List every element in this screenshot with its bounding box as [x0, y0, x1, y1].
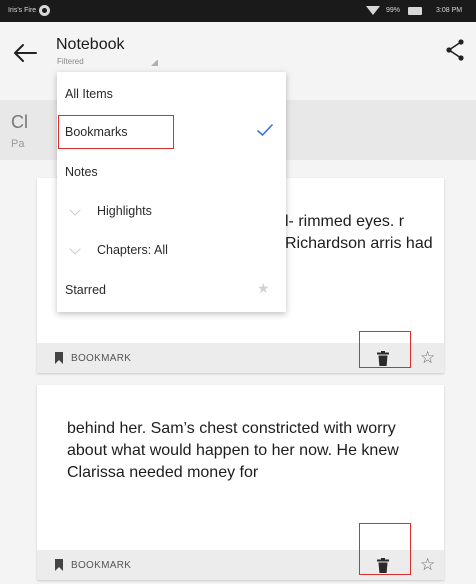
menu-item-label: Starred	[65, 283, 106, 297]
battery-icon	[408, 7, 422, 15]
card-excerpt: behind her. Sam’s chest constricted with…	[67, 420, 399, 481]
card-footer: BOOKMARK ☆	[37, 331, 444, 373]
card-excerpt: l- rimmed eyes. r Richardson arris had	[285, 213, 433, 252]
page-title[interactable]: Notebook	[56, 36, 125, 54]
share-icon[interactable]	[444, 37, 466, 63]
bookmark-icon	[55, 559, 63, 571]
notebook-card[interactable]: behind her. Sam’s chest constricted with…	[37, 385, 444, 580]
card-footer: BOOKMARK ☆	[37, 523, 444, 580]
chapter-subtitle: Pa	[11, 138, 25, 150]
menu-item-label: Highlights	[97, 204, 152, 218]
menu-item-starred[interactable]: Starred ★	[57, 270, 286, 310]
menu-item-notes[interactable]: Notes	[57, 152, 286, 192]
star-icon[interactable]: ☆	[420, 348, 435, 368]
menu-item-highlights[interactable]: Highlights	[57, 191, 286, 231]
trash-icon[interactable]	[377, 351, 389, 366]
menu-item-chapters[interactable]: Chapters: All	[57, 230, 286, 270]
selected-item-highlight	[58, 115, 174, 149]
chevron-down-icon	[69, 243, 81, 255]
star-icon[interactable]: ☆	[420, 555, 435, 575]
back-arrow-icon[interactable]	[12, 42, 38, 64]
star-icon: ★	[257, 280, 270, 296]
card-type-label: BOOKMARK	[71, 560, 132, 571]
wifi-icon	[366, 6, 380, 15]
card-type-label: BOOKMARK	[71, 353, 132, 364]
chevron-down-icon	[69, 204, 81, 216]
clock: 3:08 PM	[436, 7, 463, 14]
status-bar: Iris's Fire 99% 3:08 PM	[0, 0, 476, 22]
dropdown-caret-icon	[151, 59, 158, 66]
menu-item-label: Chapters: All	[97, 243, 168, 257]
trash-icon[interactable]	[377, 558, 389, 573]
filter-menu: All Items Bookmarks Notes Highlights Cha…	[57, 72, 286, 312]
chapter-title: Cl	[11, 112, 28, 132]
filter-status: Filtered	[57, 57, 84, 66]
menu-item-label: All Items	[65, 87, 113, 101]
carrier-label: Iris's Fire	[8, 7, 37, 14]
notification-icon	[39, 5, 50, 16]
bookmark-icon	[55, 352, 63, 364]
menu-item-all-items[interactable]: All Items	[57, 74, 286, 114]
menu-item-label: Notes	[65, 165, 98, 179]
checkmark-icon	[256, 123, 274, 137]
battery-percent: 99%	[386, 7, 401, 14]
